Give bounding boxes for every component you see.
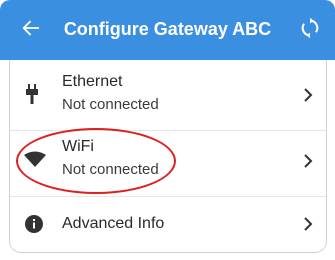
back-arrow-icon[interactable] [20, 17, 42, 39]
page-title: Configure Gateway ABC [63, 19, 272, 39]
wifi-status: Not connected [62, 161, 159, 178]
list-item-wifi[interactable]: WiFi Not connected [10, 130, 326, 196]
ethernet-label: Ethernet [62, 73, 123, 90]
list-item-ethernet[interactable]: Ethernet Not connected [10, 60, 326, 130]
chevron-right-icon [304, 217, 313, 231]
chevron-right-icon [304, 88, 313, 102]
advanced-info-label: Advanced Info [62, 215, 165, 232]
ethernet-status: Not connected [62, 96, 159, 113]
list-item-advanced-info[interactable]: Advanced Info [10, 196, 326, 252]
settings-list: Ethernet Not connected WiFi Not connecte… [9, 60, 327, 253]
ethernet-plug-icon [26, 84, 38, 104]
wifi-icon [24, 151, 46, 167]
configure-gateway-screen: Configure Gateway ABC Ethernet Not conne… [0, 0, 335, 260]
sync-icon[interactable] [299, 16, 321, 40]
info-icon [25, 215, 43, 233]
chevron-right-icon [304, 154, 313, 168]
app-header: Configure Gateway ABC [0, 0, 335, 60]
wifi-label: WiFi [62, 138, 94, 155]
